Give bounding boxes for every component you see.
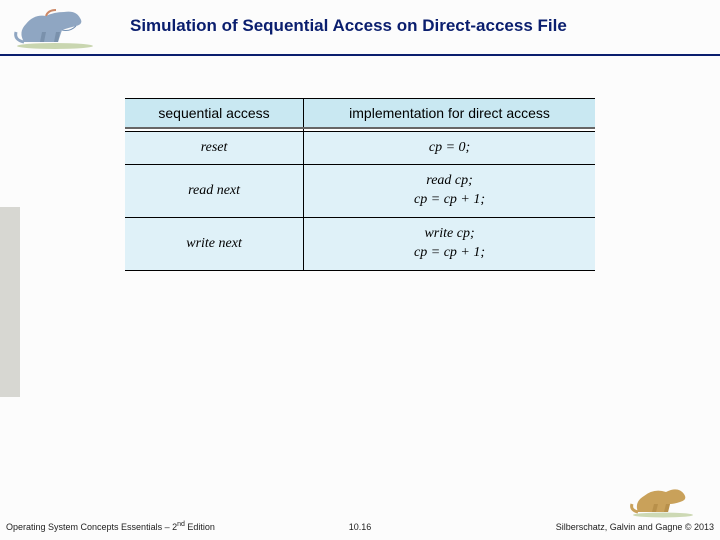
slide-header: Simulation of Sequential Access on Direc… [0,0,720,56]
slide-footer: Operating System Concepts Essentials – 2… [0,492,720,540]
dinosaur-icon [10,2,100,50]
table-header-row: sequential access implementation for dir… [125,99,595,129]
cell-impl: write cp;cp = cp + 1; [304,218,595,271]
cell-op: read next [125,165,304,218]
access-simulation-table: sequential access implementation for dir… [125,98,595,271]
cell-impl: cp = 0; [304,131,595,165]
table-row: write next write cp;cp = cp + 1; [125,218,595,271]
col-header-implementation: implementation for direct access [304,99,595,129]
title-underline [0,54,720,56]
table-row: read next read cp;cp = cp + 1; [125,165,595,218]
table-row: reset cp = 0; [125,131,595,165]
dinosaur-icon [626,478,700,518]
footer-copyright: Silberschatz, Galvin and Gagne © 2013 [556,522,714,532]
cell-op: write next [125,218,304,271]
left-sidebar-accent [0,207,20,397]
col-header-sequential: sequential access [125,99,304,129]
cell-impl: read cp;cp = cp + 1; [304,165,595,218]
slide-title: Simulation of Sequential Access on Direc… [130,16,567,36]
cell-op: reset [125,131,304,165]
